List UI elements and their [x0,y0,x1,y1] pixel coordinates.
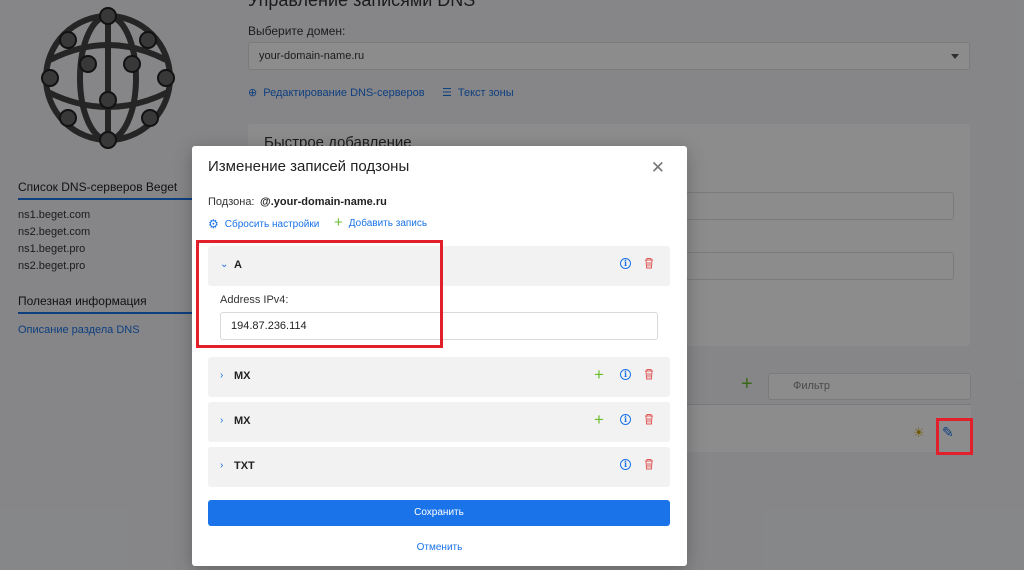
info-icon[interactable]: i [620,369,631,380]
trash-icon[interactable] [644,368,654,380]
chevron-right-icon[interactable]: › [220,460,223,471]
record-header-mx[interactable]: › MX + i [208,402,670,442]
save-button[interactable]: Сохранить [208,500,670,526]
cancel-link[interactable]: Отменить [192,542,687,553]
record-type: MX [234,415,251,427]
record-header-a[interactable]: ⌄ A i [208,246,670,286]
plus-icon[interactable]: + [594,411,604,428]
plus-icon: + [334,214,343,231]
subzone-value: @.your-domain-name.ru [260,196,387,208]
record-type: TXT [234,460,255,472]
record-body-a: Address IPv4: [208,284,670,350]
edit-subzone-modal: Изменение записей подзоны ✕ Подзона: @.y… [192,146,687,566]
reset-settings-link[interactable]: ⚙ Сбросить настройки [208,217,319,231]
record-header-mx[interactable]: › MX + i [208,357,670,397]
record-header-txt[interactable]: › TXT i [208,447,670,487]
gear-icon: ⚙ [208,217,219,231]
info-icon[interactable]: i [620,414,631,425]
ipv4-label: Address IPv4: [220,294,289,306]
add-record-link[interactable]: + Добавить запись [334,214,428,231]
chevron-right-icon[interactable]: › [220,415,223,426]
trash-icon[interactable] [644,257,654,269]
plus-icon[interactable]: + [594,366,604,383]
close-icon[interactable]: ✕ [651,158,665,178]
record-type: MX [234,370,251,382]
ipv4-input[interactable] [220,312,658,340]
reset-settings-label: Сбросить настройки [224,218,320,230]
chevron-right-icon[interactable]: › [220,370,223,381]
subzone-label: Подзона: [208,196,255,208]
record-type: A [234,259,242,271]
modal-title: Изменение записей подзоны [208,158,410,175]
info-icon[interactable]: i [620,258,631,269]
info-icon[interactable]: i [620,459,631,470]
trash-icon[interactable] [644,458,654,470]
trash-icon[interactable] [644,413,654,425]
add-record-label: Добавить запись [348,217,428,229]
chevron-down-icon[interactable]: ⌄ [220,259,228,270]
